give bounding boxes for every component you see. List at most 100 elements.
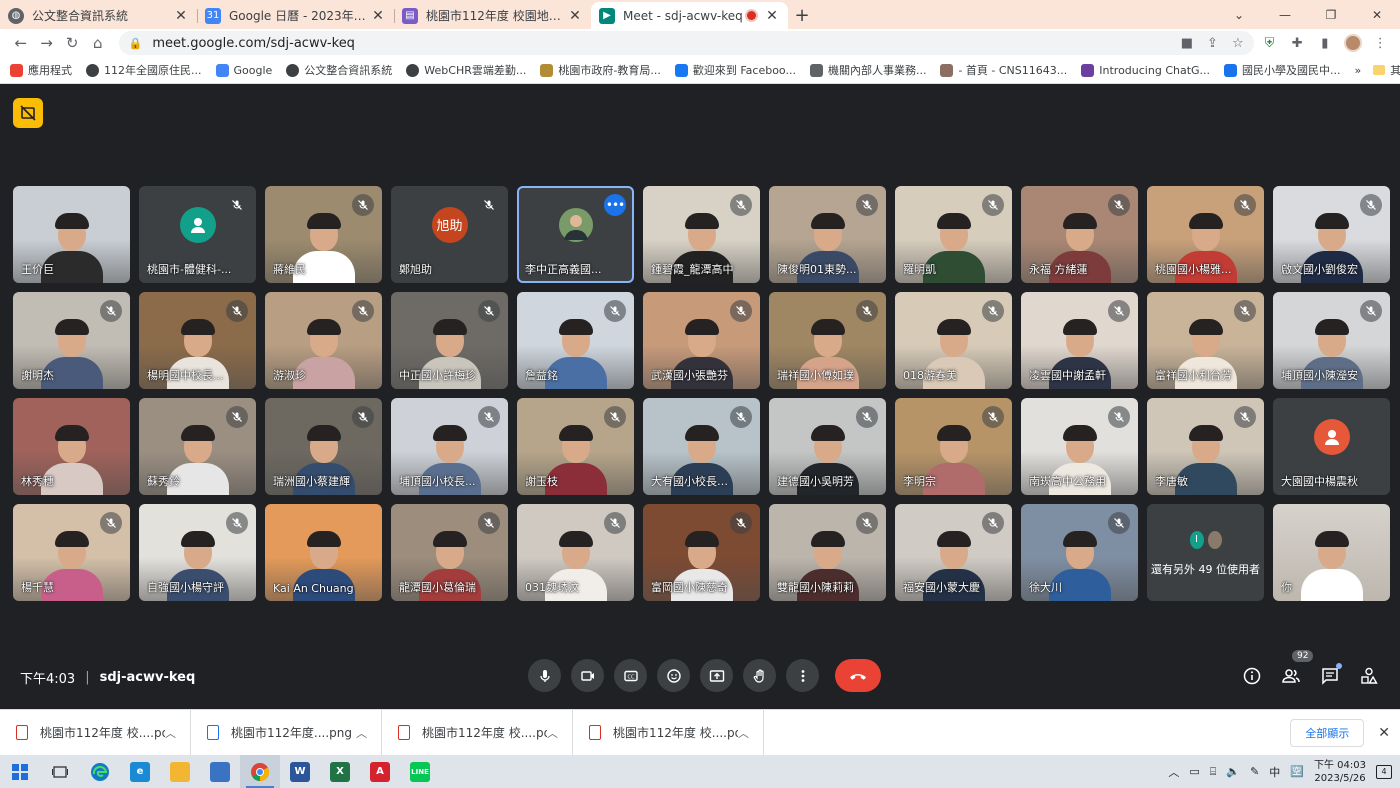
participant-tile[interactable]: 埔頂國小陳瀅安	[1273, 292, 1390, 389]
bookmark-item[interactable]: - 首頁 - CNS11643...	[940, 62, 1067, 78]
participant-tile[interactable]: 李明宗	[895, 398, 1012, 495]
home-button[interactable]: ⌂	[85, 30, 111, 56]
more-bookmarks-button[interactable]: »	[1355, 64, 1362, 77]
participant-tile[interactable]: 鍾碧霞_龍潭高中	[643, 186, 760, 283]
chevron-up-icon[interactable]: ︿	[738, 725, 749, 741]
reload-button[interactable]: ↻	[59, 30, 85, 56]
back-button[interactable]: ←	[8, 30, 34, 56]
participant-tile[interactable]: 蘇秀鈴	[139, 398, 256, 495]
bookmark-item[interactable]: 112年全國原住民...	[86, 62, 202, 78]
taskbar-edge-button[interactable]	[80, 755, 120, 788]
taskbar-task-view-button[interactable]	[40, 755, 80, 788]
download-item[interactable]: 桃園市112年度 校....pdf ︿	[0, 709, 191, 756]
taskbar-word-button[interactable]: W	[280, 755, 320, 788]
close-icon[interactable]: ✕	[173, 8, 189, 24]
tab-google-calendar[interactable]: 31 Google 日曆 - 2023年6月26日至 ✕	[197, 2, 394, 29]
shield-extension-icon[interactable]: ⛨	[1258, 31, 1282, 55]
participant-tile[interactable]: 桃園市-體健科-...	[139, 186, 256, 283]
menu-kebab-icon[interactable]: ⋮	[1368, 31, 1392, 55]
camera-button[interactable]	[571, 659, 604, 692]
close-icon[interactable]: ✕	[567, 8, 583, 24]
captions-button[interactable]: CC	[614, 659, 647, 692]
tab-search-chevron-icon[interactable]: ⌄	[1216, 0, 1262, 29]
raise-hand-button[interactable]	[743, 659, 776, 692]
participant-tile[interactable]: 大有國小校長陳...	[643, 398, 760, 495]
participant-tile[interactable]: 徐大川	[1021, 504, 1138, 601]
chat-button[interactable]	[1314, 659, 1346, 692]
leave-call-button[interactable]	[835, 659, 881, 692]
participant-tile[interactable]: 福安國小蒙大慶	[895, 504, 1012, 601]
notifications-button[interactable]: 4	[1376, 764, 1392, 779]
participant-tile[interactable]: 瑞洲國小蔡建輝	[265, 398, 382, 495]
participant-tile[interactable]: 凌雲國中謝孟軒	[1021, 292, 1138, 389]
self-view-tile[interactable]: 你	[1273, 504, 1390, 601]
participant-tile[interactable]: ••• 李中正高義國...	[517, 186, 634, 283]
participant-tile[interactable]: 陳俊明01東勢...	[769, 186, 886, 283]
emoji-reaction-button[interactable]	[657, 659, 690, 692]
bookmark-item[interactable]: 公文整合資訊系統	[286, 62, 392, 78]
participant-tile[interactable]: 桃園國小楊雅...	[1147, 186, 1264, 283]
tab-google-meet[interactable]: ▶ Meet - sdj-acwv-keq ✕	[591, 2, 788, 29]
bookmark-item[interactable]: 歡迎來到 Faceboo...	[674, 62, 796, 78]
tab-document-system[interactable]: ◍ 公文整合資訊系統 ✕	[0, 2, 197, 29]
ime-mode-indicator[interactable]: 🈳	[1290, 765, 1304, 778]
pen-icon[interactable]: ✎	[1250, 765, 1259, 778]
participant-tile[interactable]: 蔣維民	[265, 186, 382, 283]
meeting-info-button[interactable]	[1236, 659, 1268, 692]
taskbar-acrobat-button[interactable]: A	[360, 755, 400, 788]
share-icon[interactable]: ⇪	[1207, 36, 1218, 51]
taskbar-file-explorer-button[interactable]	[160, 755, 200, 788]
taskbar-internet-explorer-button[interactable]: e	[120, 755, 160, 788]
activities-button[interactable]	[1353, 659, 1385, 692]
participant-tile[interactable]: 林秀穗	[13, 398, 130, 495]
more-options-button[interactable]	[786, 659, 819, 692]
show-all-downloads-button[interactable]: 全部顯示	[1290, 718, 1365, 747]
new-tab-button[interactable]: +	[788, 2, 816, 29]
more-participants-tile[interactable]: I 還有另外 49 位使用者	[1147, 504, 1264, 601]
chevron-up-icon[interactable]: ︿	[356, 725, 367, 741]
other-bookmarks-folder[interactable]: 其他書籤	[1373, 62, 1400, 78]
ime-language-indicator[interactable]: 中	[1269, 764, 1280, 780]
present-screen-button[interactable]	[700, 659, 733, 692]
download-item[interactable]: 桃園市112年度 校....pdf ︿	[382, 709, 573, 756]
participant-tile[interactable]: 羅明凱	[895, 186, 1012, 283]
more-options-icon[interactable]: •••	[604, 194, 626, 216]
participant-tile[interactable]: 詹益銘	[517, 292, 634, 389]
bookmark-item[interactable]: 桃園市政府-教育局...	[540, 62, 661, 78]
extensions-puzzle-icon[interactable]: ✚	[1285, 31, 1309, 55]
participant-tile[interactable]: 富祥國小利台芳	[1147, 292, 1264, 389]
bookmark-item[interactable]: Introducing ChatG...	[1081, 63, 1210, 77]
network-icon[interactable]: ⌸	[1210, 765, 1217, 779]
participant-tile[interactable]: 富岡國小陳慈奇	[643, 504, 760, 601]
close-window-button[interactable]: ✕	[1354, 0, 1400, 29]
participant-tile[interactable]: 永福 方緒蓮	[1021, 186, 1138, 283]
side-panel-icon[interactable]: ▮	[1313, 31, 1337, 55]
download-item[interactable]: 桃園市112年度....png ︿	[191, 709, 382, 756]
participant-tile[interactable]: 018游春美	[895, 292, 1012, 389]
volume-icon[interactable]: 🔈	[1226, 765, 1240, 778]
bookmark-item[interactable]: 應用程式	[10, 62, 72, 78]
participant-tile[interactable]: 南崁高中公務用	[1021, 398, 1138, 495]
participant-tile[interactable]: 建德國小吳明芳	[769, 398, 886, 495]
participant-tile[interactable]: 啟文國小劉俊宏	[1273, 186, 1390, 283]
participant-tile[interactable]: 中正國小許梅珍	[391, 292, 508, 389]
microphone-button[interactable]	[528, 659, 561, 692]
participant-tile[interactable]: 埔頂國小校長...	[391, 398, 508, 495]
close-downloads-bar-icon[interactable]: ✕	[1378, 725, 1390, 741]
participant-tile[interactable]: 大園國中楊震秋	[1273, 398, 1390, 495]
taskbar-windows-start-button[interactable]	[0, 755, 40, 788]
minimize-button[interactable]: —	[1262, 0, 1308, 29]
participant-tile[interactable]: 旭助 鄭旭助	[391, 186, 508, 283]
tab-earthquake-form[interactable]: ▤ 桃園市112年度 校園地震災害防 ✕	[394, 2, 591, 29]
participant-tile[interactable]: 謝明杰	[13, 292, 130, 389]
camera-permission-icon[interactable]: ■	[1181, 36, 1193, 51]
close-icon[interactable]: ✕	[764, 8, 780, 24]
bookmark-item[interactable]: Google	[215, 63, 272, 77]
participant-tile[interactable]: 雙龍國小陳莉莉	[769, 504, 886, 601]
taskbar-store-button[interactable]	[200, 755, 240, 788]
participant-tile[interactable]: Kai An Chuang	[265, 504, 382, 601]
taskbar-excel-button[interactable]: X	[320, 755, 360, 788]
chevron-up-icon[interactable]: ︿	[547, 725, 558, 741]
participant-tile[interactable]: 游淑珍	[265, 292, 382, 389]
address-bar[interactable]: 🔒 meet.google.com/sdj-acwv-keq ■ ⇪ ☆	[118, 31, 1254, 55]
